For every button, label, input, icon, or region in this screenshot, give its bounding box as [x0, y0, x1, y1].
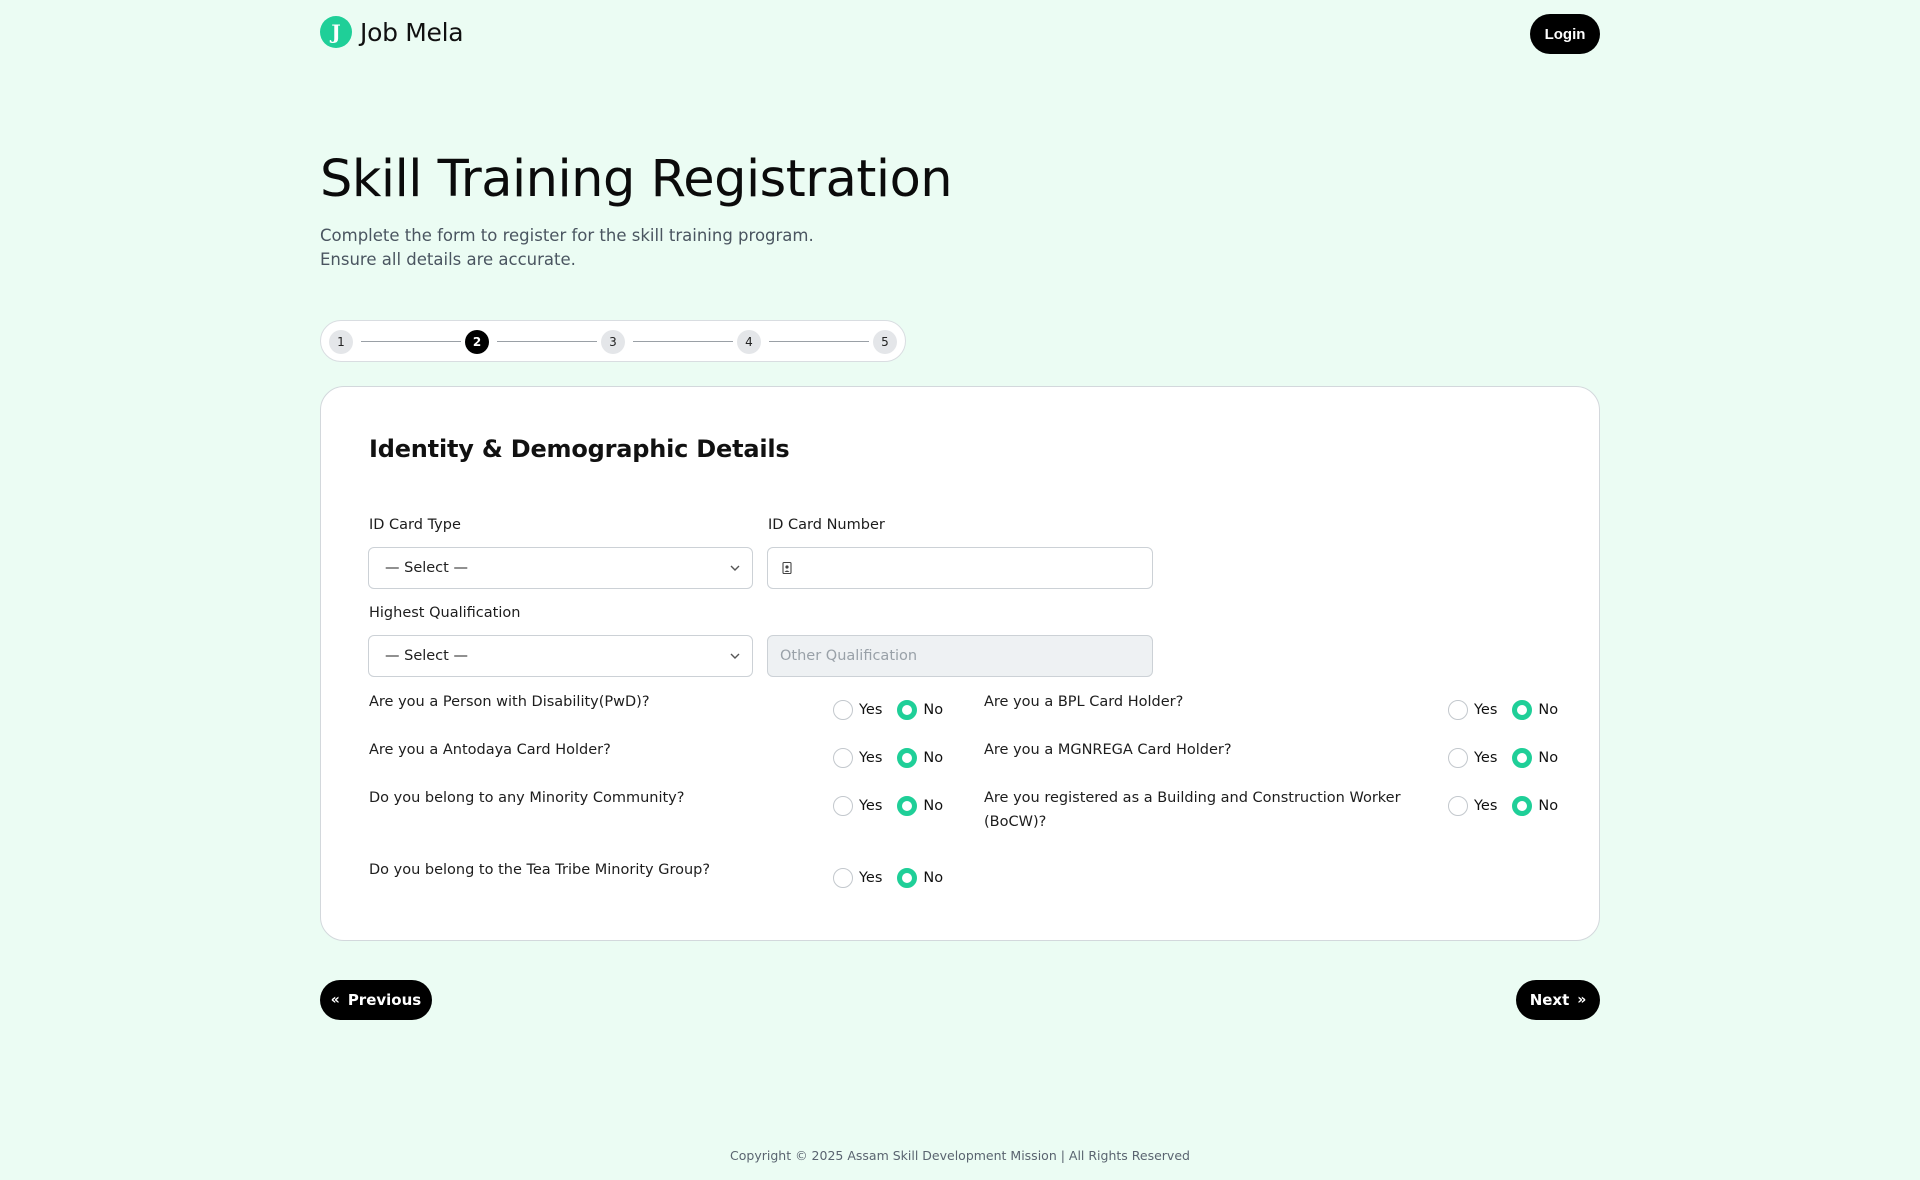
section-title: Identity & Demographic Details — [369, 435, 790, 463]
id-card-type-value: — Select — — [385, 560, 468, 576]
page-title: Skill Training Registration — [320, 150, 953, 209]
highest-qualification-select[interactable]: — Select — — [368, 635, 753, 677]
yes-label: Yes — [1474, 702, 1498, 718]
chevron-down-icon — [730, 565, 740, 571]
question-bocw-line-2: (BoCW)? — [984, 814, 1047, 830]
step-connector — [633, 341, 733, 342]
id-card-icon — [782, 561, 792, 575]
step-connector — [769, 341, 869, 342]
chevron-down-icon — [730, 653, 740, 659]
question-antodaya-radio-group: Yes No — [833, 747, 943, 769]
id-card-number-label: ID Card Number — [768, 517, 885, 533]
no-label: No — [1538, 798, 1559, 814]
question-bocw-radio-group: Yes No — [1448, 795, 1558, 817]
question-tea-tribe-label: Do you belong to the Tea Tribe Minority … — [369, 862, 711, 878]
step-connector — [497, 341, 597, 342]
yes-label: Yes — [1474, 798, 1498, 814]
question-mgnrega-label: Are you a MGNREGA Card Holder? — [984, 742, 1232, 758]
question-pwd-label: Are you a Person with Disability(PwD)? — [369, 694, 650, 710]
no-label: No — [923, 702, 944, 718]
question-antodaya-no-radio[interactable] — [897, 748, 918, 768]
step-4[interactable]: 4 — [737, 330, 761, 354]
question-bpl-label: Are you a BPL Card Holder? — [984, 694, 1184, 710]
question-tea-tribe-no-radio[interactable] — [897, 868, 918, 888]
step-connector — [361, 341, 461, 342]
question-minority-no-radio[interactable] — [897, 796, 918, 816]
logo[interactable]: J Job Mela — [320, 16, 464, 48]
question-bocw-no-radio[interactable] — [1512, 796, 1533, 816]
double-chevron-right-icon: » — [1577, 992, 1587, 1008]
question-antodaya-label: Are you a Antodaya Card Holder? — [369, 742, 611, 758]
question-pwd-no-radio[interactable] — [897, 700, 918, 720]
other-qualification-placeholder: Other Qualification — [780, 648, 918, 664]
id-card-number-input[interactable] — [767, 547, 1153, 589]
question-minority-label: Do you belong to any Minority Community? — [369, 790, 685, 806]
logo-text: Job Mela — [360, 17, 464, 47]
yes-label: Yes — [1474, 750, 1498, 766]
question-bocw-line-1: Are you registered as a Building and Con… — [984, 790, 1401, 806]
id-card-type-label: ID Card Type — [369, 517, 461, 533]
header: J Job Mela Login — [320, 14, 1600, 54]
question-bocw-yes-radio[interactable] — [1448, 796, 1468, 816]
question-minority-radio-group: Yes No — [833, 795, 943, 817]
yes-label: Yes — [859, 870, 883, 886]
question-tea-tribe-radio-group: Yes No — [833, 867, 943, 889]
no-label: No — [923, 870, 944, 886]
question-bpl-yes-radio[interactable] — [1448, 700, 1468, 720]
question-bocw-label: Are you registered as a Building and Con… — [984, 786, 1401, 834]
login-button[interactable]: Login — [1530, 14, 1600, 54]
no-label: No — [923, 750, 944, 766]
question-mgnrega-yes-radio[interactable] — [1448, 748, 1468, 768]
question-mgnrega-no-radio[interactable] — [1512, 748, 1533, 768]
question-tea-tribe-yes-radio[interactable] — [833, 868, 853, 888]
question-antodaya-yes-radio[interactable] — [833, 748, 853, 768]
step-2-active[interactable]: 2 — [465, 330, 489, 354]
question-pwd-radio-group: Yes No — [833, 699, 943, 721]
subtitle-line-1: Complete the form to register for the sk… — [320, 226, 814, 245]
yes-label: Yes — [859, 798, 883, 814]
highest-qualification-label: Highest Qualification — [369, 605, 521, 621]
yes-label: Yes — [859, 750, 883, 766]
no-label: No — [1538, 702, 1559, 718]
no-label: No — [923, 798, 944, 814]
question-bpl-radio-group: Yes No — [1448, 699, 1558, 721]
highest-qualification-value: — Select — — [385, 648, 468, 664]
next-label: Next — [1529, 991, 1570, 1009]
previous-label: Previous — [347, 991, 422, 1009]
previous-button[interactable]: « Previous — [320, 980, 432, 1020]
form-card: Identity & Demographic Details ID Card T… — [320, 386, 1600, 941]
question-pwd-yes-radio[interactable] — [833, 700, 853, 720]
step-3[interactable]: 3 — [601, 330, 625, 354]
step-5[interactable]: 5 — [873, 330, 897, 354]
subtitle-line-2: Ensure all details are accurate. — [320, 250, 576, 269]
page-subtitle: Complete the form to register for the sk… — [320, 224, 814, 272]
logo-icon: J — [320, 16, 352, 48]
question-mgnrega-radio-group: Yes No — [1448, 747, 1558, 769]
footer-copyright: Copyright © 2025 Assam Skill Development… — [730, 1148, 1190, 1163]
id-card-type-select[interactable]: — Select — — [368, 547, 753, 589]
question-minority-yes-radio[interactable] — [833, 796, 853, 816]
double-chevron-left-icon: « — [330, 992, 340, 1008]
yes-label: Yes — [859, 702, 883, 718]
no-label: No — [1538, 750, 1559, 766]
stepper: 1 2 3 4 5 — [320, 320, 906, 362]
other-qualification-input[interactable]: Other Qualification — [767, 635, 1153, 677]
step-1[interactable]: 1 — [329, 330, 353, 354]
question-bpl-no-radio[interactable] — [1512, 700, 1533, 720]
next-button[interactable]: Next » — [1516, 980, 1600, 1020]
